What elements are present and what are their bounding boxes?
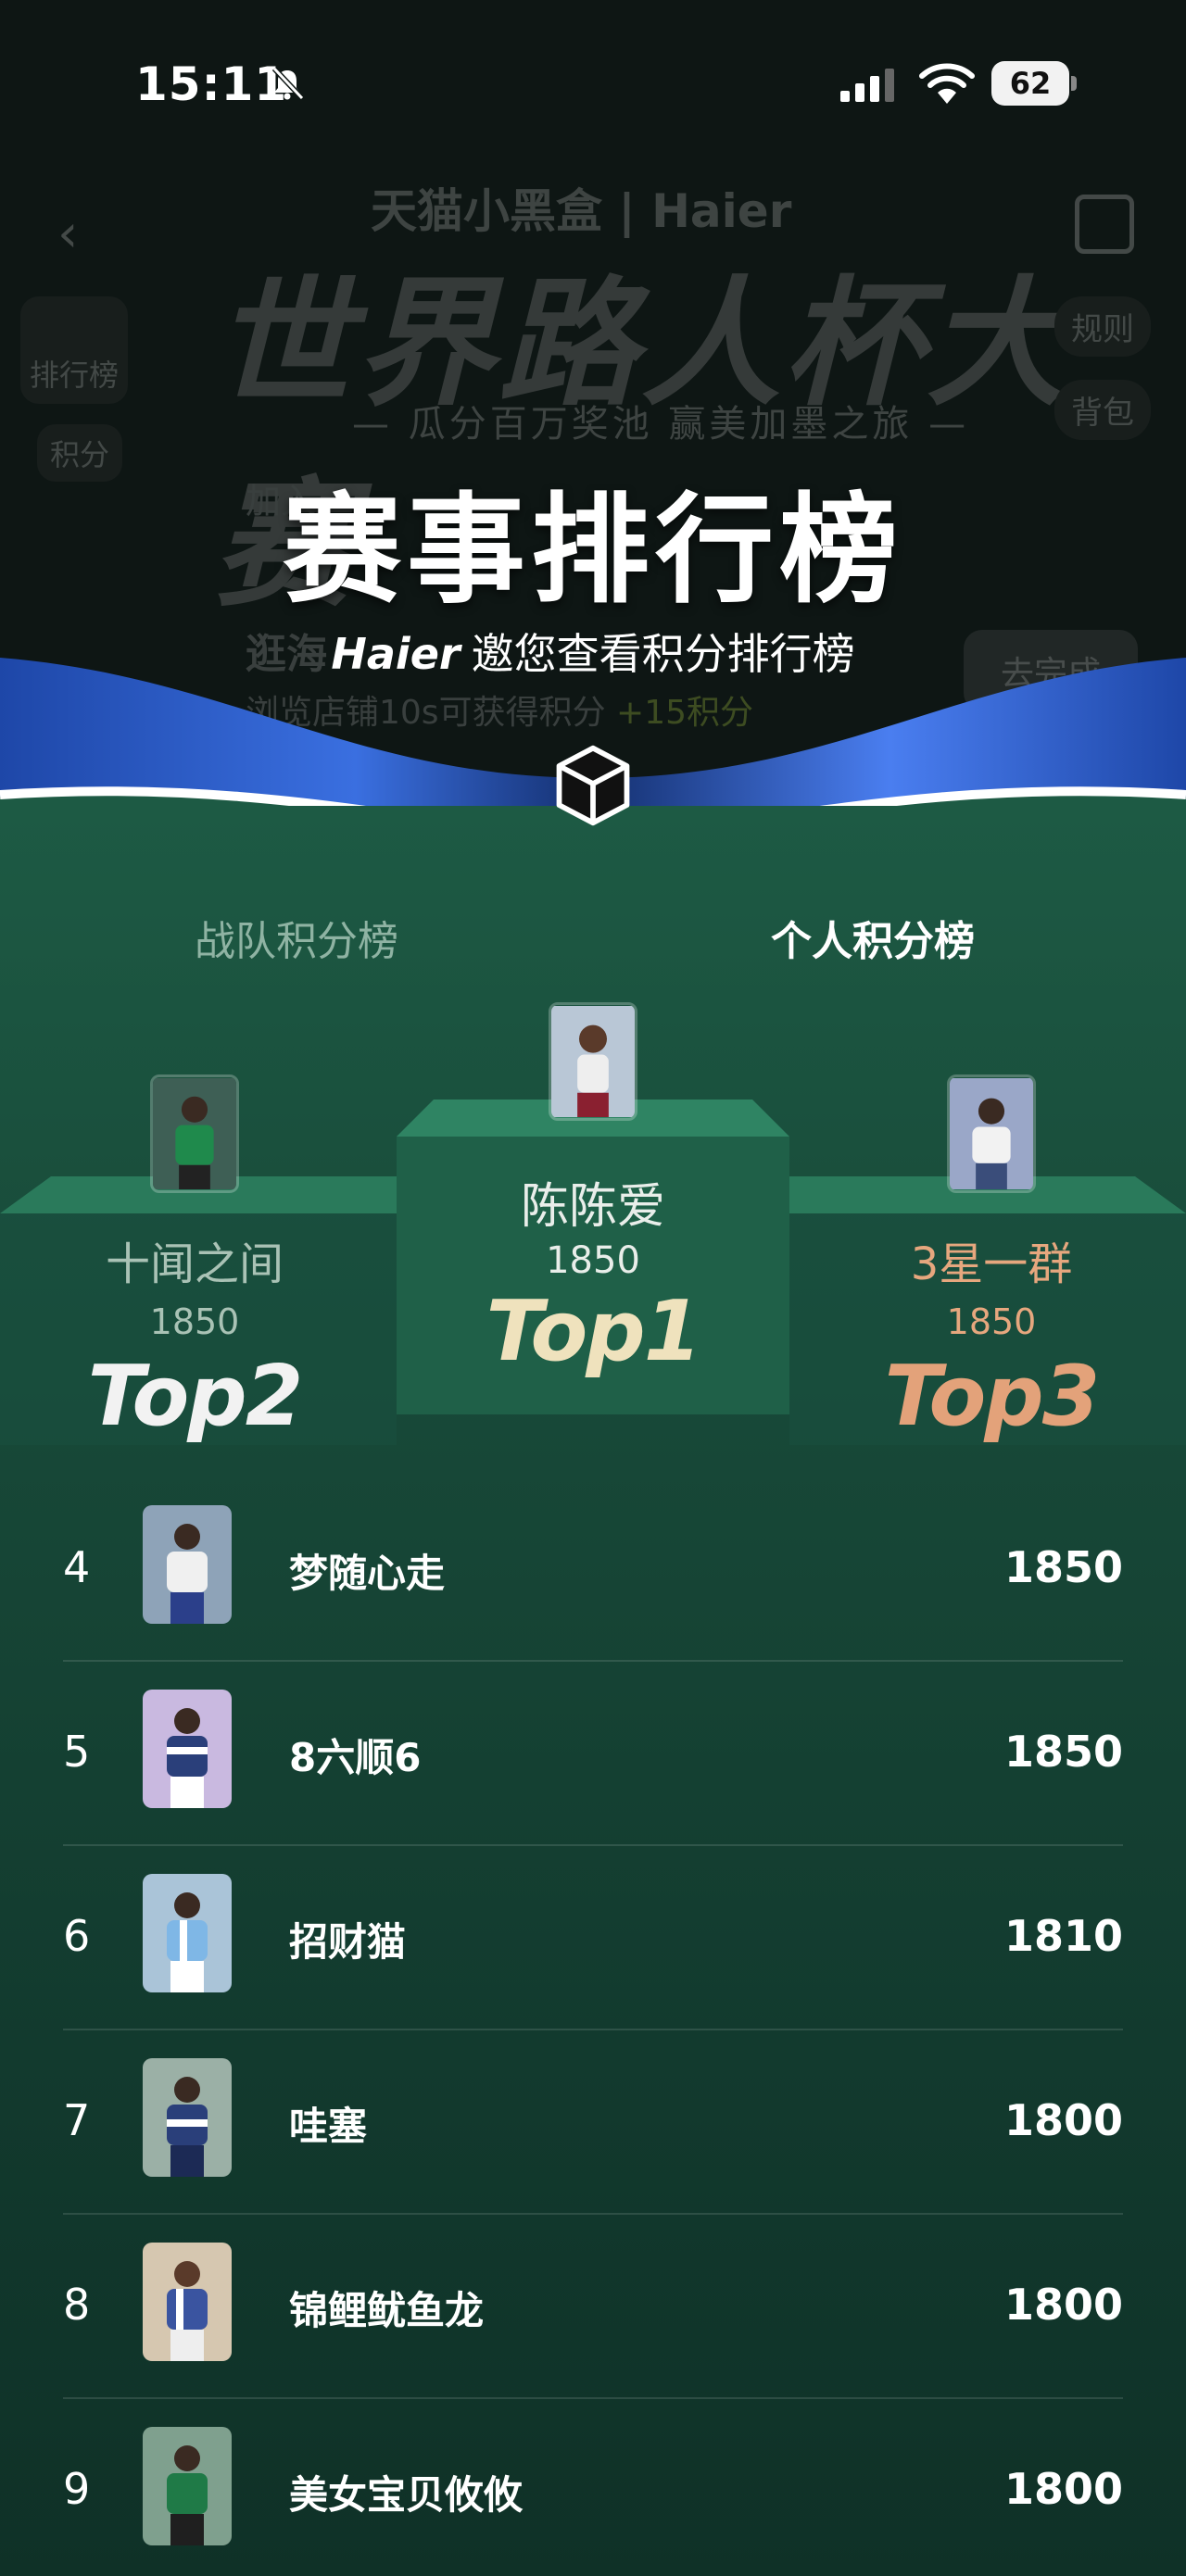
third-place-rank-label: Top3 — [884, 1348, 1101, 1445]
row-rank: 4 — [63, 1542, 91, 1592]
ranking-list: 4 梦随心走 1850 5 8六顺6 1850 6 招财猫 1810 7 哇塞 … — [63, 1477, 1123, 2576]
second-place-score: 1850 — [149, 1301, 240, 1342]
second-place-rank-label: Top2 — [87, 1348, 304, 1445]
first-place-score: 1850 — [546, 1239, 640, 1282]
bag-button[interactable]: 背包 — [1054, 380, 1151, 440]
second-place-name: 十闻之间 — [105, 1238, 284, 1290]
rules-button[interactable]: 规则 — [1054, 296, 1151, 357]
row-avatar — [143, 1874, 232, 1992]
share-icon[interactable] — [1075, 195, 1134, 254]
battery-level: 62 — [991, 61, 1069, 106]
row-name: 哇塞 — [289, 2104, 368, 2149]
row-name: 美女宝贝攸攸 — [289, 2472, 524, 2518]
first-place-rank-label: Top1 — [486, 1283, 702, 1380]
row-score: 1810 — [1003, 1911, 1123, 1961]
row-avatar — [143, 2058, 232, 2177]
box-logo-icon — [556, 745, 630, 826]
wifi-icon — [919, 63, 975, 104]
ranking-row: 9 美女宝贝攸攸 1800 — [63, 2399, 1123, 2576]
tab-team-ranking[interactable]: 战队积分榜 — [195, 908, 398, 967]
leaderboard-title: 赛事排行榜 — [282, 482, 903, 620]
bell-mute-icon — [271, 66, 305, 101]
status-time: 15:11 — [135, 57, 288, 111]
ranking-row: 8 锦鲤鱿鱼龙 1800 — [63, 2215, 1123, 2399]
ranking-row: 6 招财猫 1810 — [63, 1846, 1123, 2030]
row-score: 1850 — [1003, 1727, 1123, 1777]
third-place-avatar — [947, 1074, 1036, 1193]
row-avatar — [143, 2427, 232, 2545]
ranking-row: 7 哇塞 1800 — [63, 2030, 1123, 2215]
battery-icon: 62 — [991, 61, 1077, 106]
second-place-avatar — [150, 1074, 239, 1193]
rank-button[interactable]: 排行榜 — [20, 296, 129, 404]
status-bar: 15:11 62 — [0, 0, 1186, 176]
row-name: 锦鲤鱿鱼龙 — [289, 2288, 485, 2333]
ranking-row: 4 梦随心走 1850 — [63, 1477, 1123, 1662]
tab-personal-ranking[interactable]: 个人积分榜 — [771, 908, 975, 967]
event-slogan: — 瓜分百万奖池 赢美加墨之旅 — — [352, 403, 970, 446]
row-score: 1800 — [1003, 2280, 1123, 2330]
cellular-signal-icon — [840, 69, 894, 102]
row-avatar — [143, 2243, 232, 2361]
row-name: 梦随心走 — [289, 1551, 446, 1596]
row-avatar — [143, 1690, 232, 1808]
row-avatar — [143, 1505, 232, 1624]
row-name: 8六顺6 — [289, 1735, 422, 1780]
row-rank: 9 — [63, 2464, 91, 2514]
row-rank: 5 — [63, 1727, 91, 1777]
row-name: 招财猫 — [289, 1919, 407, 1965]
row-rank: 8 — [63, 2280, 91, 2330]
third-place-name: 3星一群 — [910, 1238, 1073, 1290]
back-icon[interactable]: ‹ — [57, 204, 78, 264]
ranking-row: 5 8六顺6 1850 — [63, 1662, 1123, 1846]
row-rank: 7 — [63, 2095, 91, 2145]
row-score: 1800 — [1003, 2095, 1123, 2145]
first-place-avatar — [549, 1002, 637, 1121]
row-score: 1850 — [1003, 1542, 1123, 1592]
row-rank: 6 — [63, 1911, 91, 1961]
first-place-name: 陈陈爱 — [520, 1179, 665, 1235]
third-place-score: 1850 — [946, 1301, 1037, 1342]
row-score: 1800 — [1003, 2464, 1123, 2514]
